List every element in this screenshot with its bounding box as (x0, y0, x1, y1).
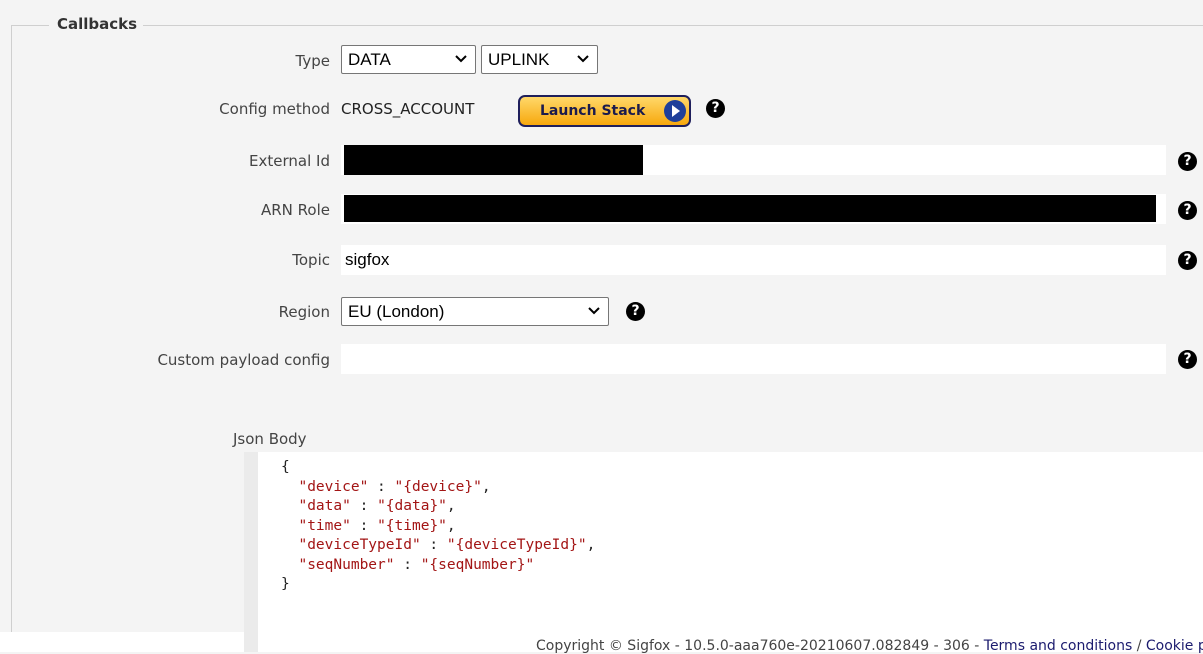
code-line: { (281, 459, 290, 475)
json-body-label: Json Body (233, 430, 307, 448)
help-icon[interactable]: ? (1178, 251, 1197, 270)
type-label: Type (295, 52, 330, 70)
type-select[interactable]: DATA (341, 45, 476, 74)
json-value: "{time}" (377, 517, 447, 534)
json-value: "{device}" (394, 478, 482, 495)
custom-payload-label: Custom payload config (157, 351, 330, 369)
json-key: "seqNumber" (298, 556, 395, 573)
play-arrow-icon (664, 100, 686, 122)
json-key: "data" (298, 498, 351, 514)
json-value: "{data}" (377, 498, 447, 514)
json-value: "{deviceTypeId}" (446, 537, 587, 553)
topic-label: Topic (292, 251, 330, 269)
json-key: "time" (298, 517, 351, 534)
help-icon[interactable]: ? (706, 99, 725, 118)
fieldset-border-left (11, 25, 12, 652)
help-icon[interactable]: ? (626, 302, 645, 321)
region-label: Region (278, 303, 330, 321)
custom-payload-input[interactable] (341, 344, 1166, 374)
type-select-value: DATA (348, 49, 391, 69)
fieldset-border-top (11, 25, 49, 26)
editor-gutter (244, 452, 258, 652)
direction-select[interactable]: UPLINK (481, 45, 598, 74)
code-line: "seqNumber" : "{seqNumber}" (298, 556, 535, 573)
chevron-down-icon (577, 55, 589, 63)
json-value: "{seqNumber}" (420, 556, 535, 573)
redacted-arn-role (344, 195, 1156, 222)
config-method-label: Config method (219, 100, 330, 118)
launch-stack-button[interactable]: Launch Stack (518, 95, 691, 127)
redacted-external-id (344, 145, 643, 175)
direction-select-value: UPLINK (488, 49, 550, 69)
json-key: "deviceTypeId" (298, 537, 421, 553)
help-icon[interactable]: ? (1178, 152, 1197, 171)
code-line: } (281, 576, 290, 592)
region-select[interactable]: EU (London) (341, 297, 609, 326)
help-icon[interactable]: ? (1178, 201, 1197, 220)
json-body-code: { "device" : "{device}", "data" : "{data… (281, 458, 595, 595)
footer-left-panel (0, 632, 244, 652)
code-line: "device" : "{device}", (298, 478, 491, 495)
external-id-label: External Id (249, 152, 330, 170)
fieldset-border-top-right (143, 25, 1203, 26)
fieldset-legend: Callbacks (54, 15, 141, 33)
launch-stack-label: Launch Stack (540, 103, 646, 119)
region-select-value: EU (London) (348, 301, 445, 321)
topic-input-value: sigfox (345, 250, 390, 269)
code-line: "data" : "{data}", (298, 498, 456, 514)
config-method-value: CROSS_ACCOUNT (341, 100, 475, 118)
json-key: "device" (298, 478, 369, 495)
chevron-down-icon (455, 55, 467, 63)
code-line: "deviceTypeId" : "{deviceTypeId}", (298, 537, 596, 553)
help-icon[interactable]: ? (1178, 350, 1197, 369)
code-line: "time" : "{time}", (298, 517, 456, 534)
json-body-editor[interactable]: { "device" : "{device}", "data" : "{data… (244, 452, 1203, 652)
topic-input[interactable]: sigfox (341, 245, 1166, 275)
chevron-down-icon (588, 307, 600, 315)
arn-role-label: ARN Role (261, 201, 330, 219)
